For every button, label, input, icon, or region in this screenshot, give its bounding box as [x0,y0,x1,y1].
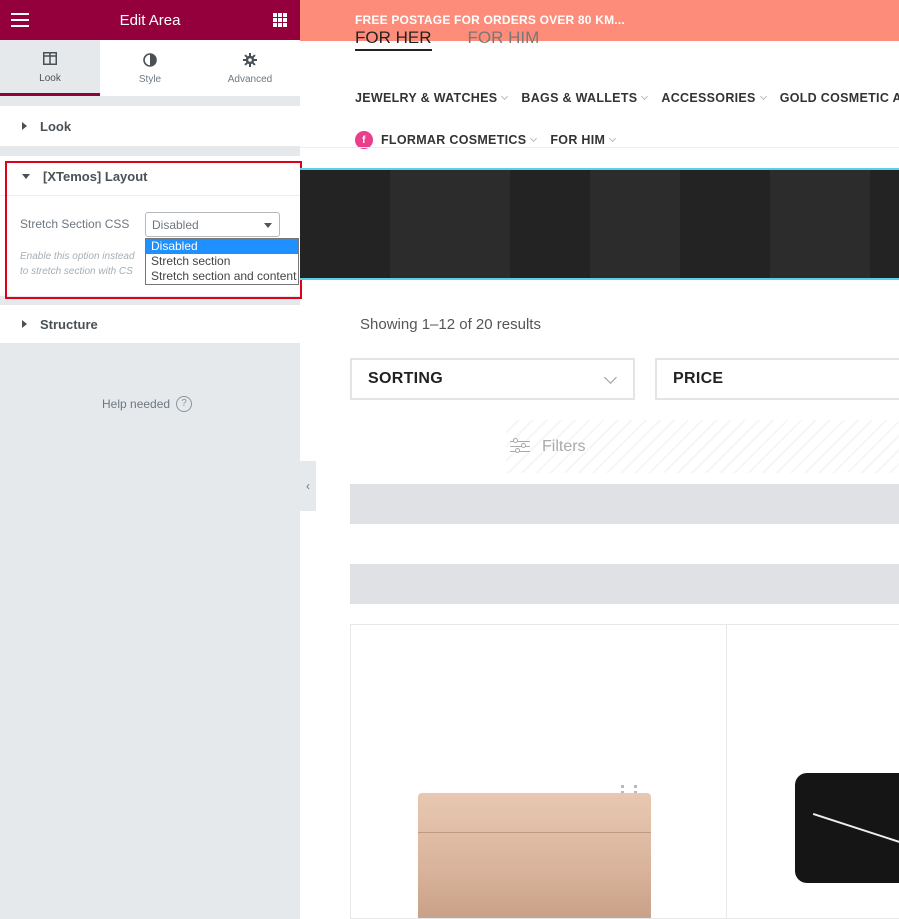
results-count: Showing 1–12 of 20 results [360,316,541,333]
tab-advanced[interactable]: Advanced [200,40,300,96]
placeholder-bar [350,564,899,604]
product-card[interactable] [350,624,727,919]
chevron-down-icon [530,134,538,143]
chevron-down-icon [604,371,617,384]
editor-panel: Edit Area Look Style Advanced Look [XTem… [0,0,302,919]
filters-toggle[interactable]: Filters [506,420,899,473]
panel-title: Edit Area [119,11,181,29]
price-label: PRICE [673,370,724,387]
product-card[interactable] [726,624,899,919]
help-link[interactable]: Help needed ? [102,396,193,412]
panel-header: Edit Area [0,0,300,40]
tab-for-him[interactable]: FOR HIM [468,28,540,51]
chevron-left-icon: ‹ [306,479,310,493]
menu-item-accessories[interactable]: ACCESSORIES [661,91,767,105]
chevron-down-icon [609,134,617,143]
tab-style[interactable]: Style [100,40,200,96]
collapse-panel-handle[interactable]: ‹ [300,461,316,511]
contrast-icon [143,51,157,69]
price-dropdown[interactable]: PRICE [655,358,899,400]
filter-sliders-icon [510,437,532,455]
hero-banner [300,168,899,280]
product-image-black-bag [795,773,899,883]
section-structure[interactable]: Structure [0,305,300,343]
sorting-label: SORTING [368,370,443,387]
highlight-box [5,161,302,299]
placeholder-bar [350,484,899,524]
chevron-down-icon [501,92,509,101]
chevron-down-icon [759,92,767,101]
product-image-beige-bag [418,793,651,918]
hamburger-menu-icon[interactable] [11,13,29,27]
panel-tabs: Look Style Advanced [0,40,300,96]
tab-for-her[interactable]: FOR HER [355,28,432,51]
gender-tabs: FOR HER FOR HIM [355,28,575,51]
help-label: Help needed [102,397,171,411]
widgets-grid-icon[interactable] [273,13,287,27]
chevron-down-icon [641,92,649,101]
tab-style-label: Style [138,74,162,85]
gear-icon [243,51,257,69]
tab-look-label: Look [39,72,61,84]
caret-right-icon [22,122,27,130]
promo-text: FREE POSTAGE FOR ORDERS OVER 80 KM... [355,13,625,27]
section-structure-title: Structure [40,316,98,332]
question-icon: ? [176,396,193,412]
main-menu: JEWELRY & WATCHES BAGS & WALLETS ACCESSO… [355,91,899,105]
sorting-dropdown[interactable]: SORTING [350,358,635,400]
caret-right-icon [22,320,27,328]
columns-icon [43,50,57,68]
menu-item-gold-cosmetic[interactable]: GOLD COSMETIC AC [780,91,899,105]
tab-advanced-label: Advanced [227,74,273,85]
divider [300,147,899,148]
section-look-title: Look [40,118,72,134]
menu-item-bags-wallets[interactable]: BAGS & WALLETS [521,91,649,105]
menu-item-jewelry-watches[interactable]: JEWELRY & WATCHES [355,91,509,105]
filters-label: Filters [542,437,586,455]
tab-look[interactable]: Look [0,40,100,96]
section-look[interactable]: Look [0,106,300,146]
